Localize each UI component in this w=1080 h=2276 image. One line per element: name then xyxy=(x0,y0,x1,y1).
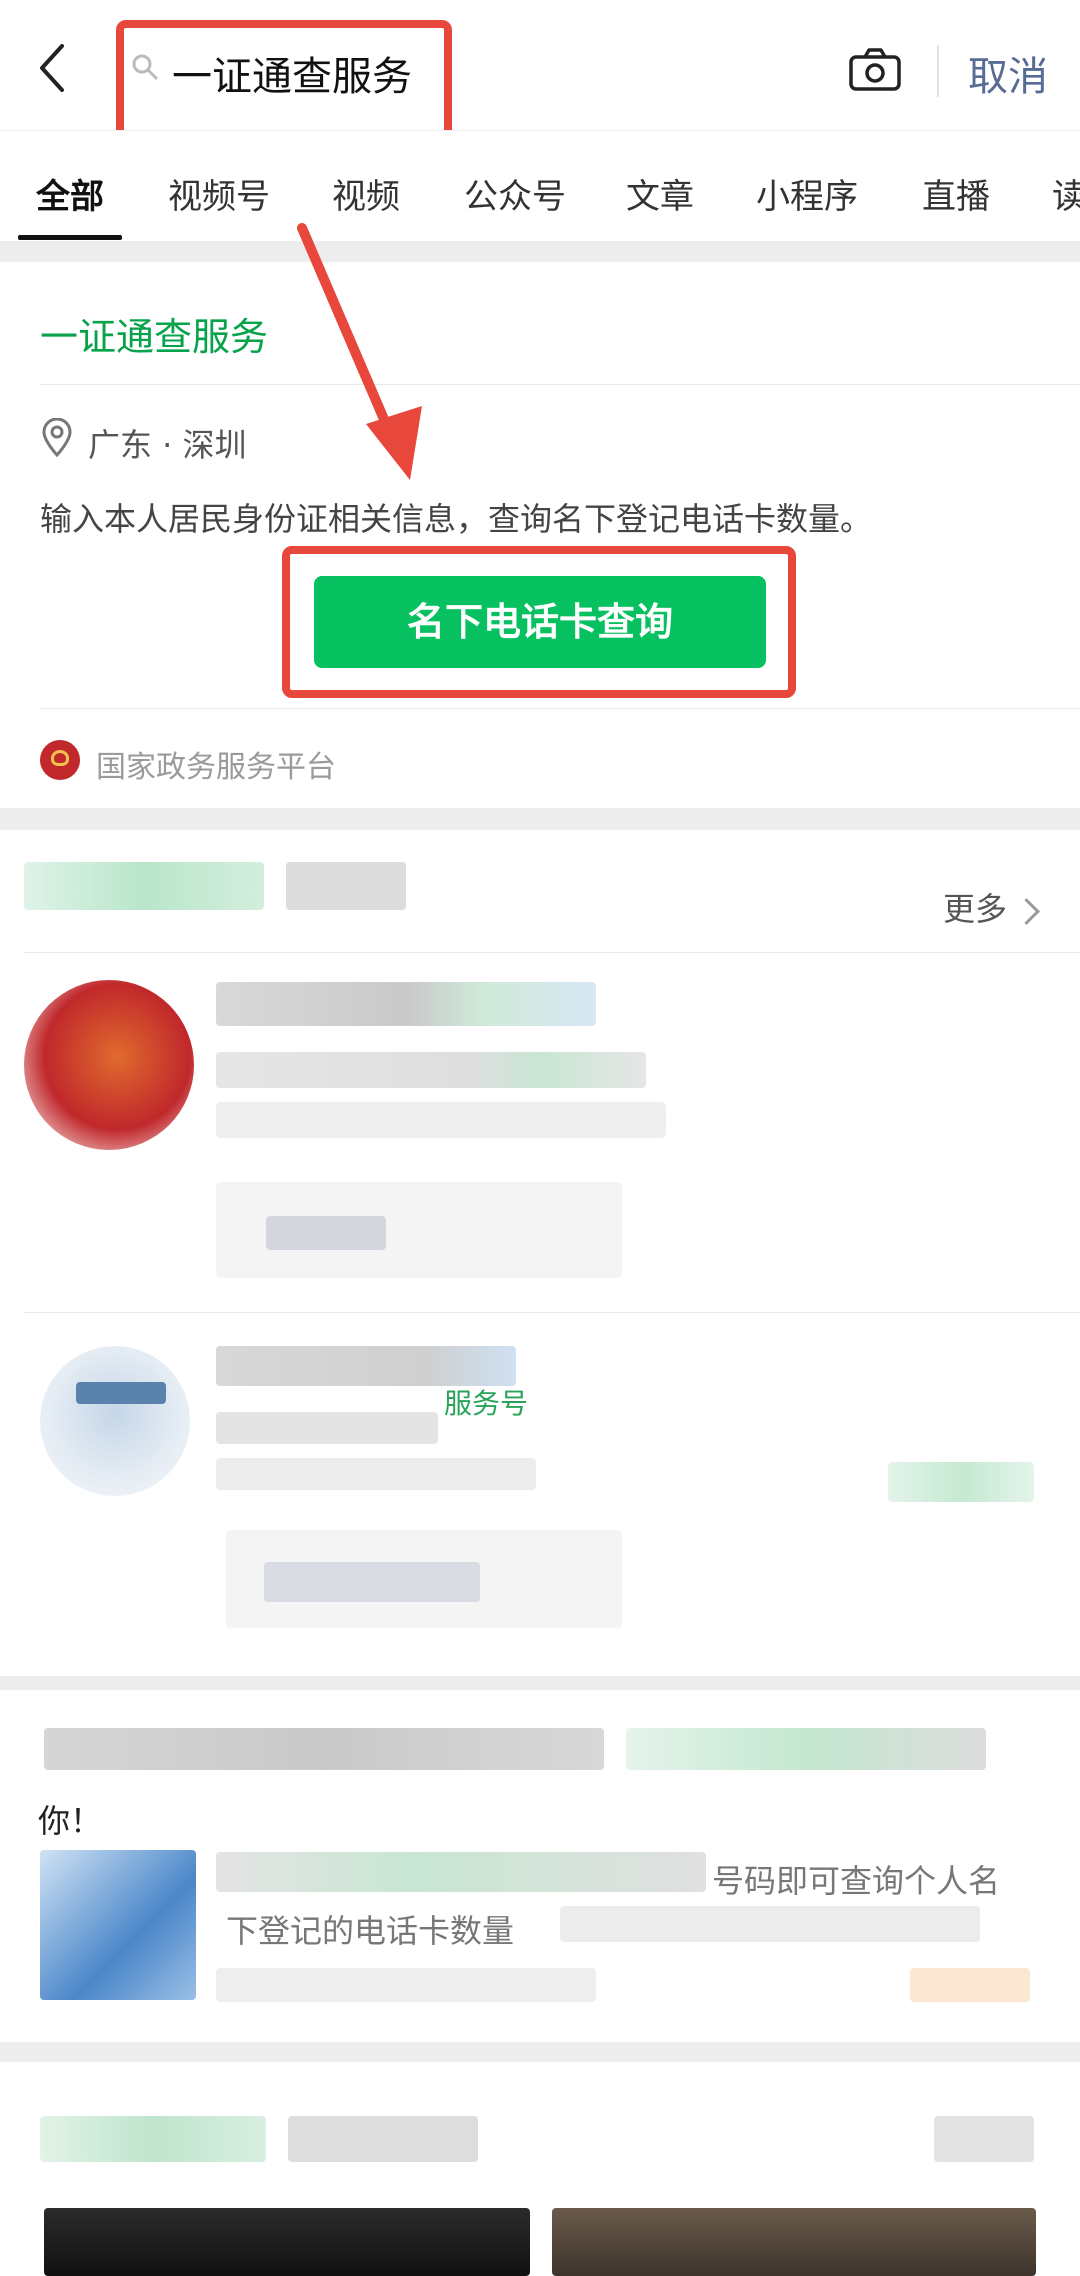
more-link[interactable]: 更多 xyxy=(942,884,1040,930)
phone-card-query-button[interactable]: 名下电话卡查询 xyxy=(314,576,766,668)
article-title-blurred xyxy=(44,1728,604,1770)
article-meta-blurred xyxy=(216,1968,596,2002)
tab-video[interactable]: 视频 xyxy=(332,169,400,218)
account-desc-blurred-2b xyxy=(216,1458,536,1490)
tab-channels[interactable]: 视频号 xyxy=(168,169,270,218)
account-avatar-2-detail xyxy=(76,1382,166,1404)
section-heading-blurred-4 xyxy=(288,2116,478,2162)
tab-official-accounts[interactable]: 公众号 xyxy=(464,169,566,218)
article-thumbnail[interactable] xyxy=(40,1850,196,2000)
account-desc-blurred-1 xyxy=(216,1052,646,1088)
results-section-accounts: 更多 服务号 xyxy=(0,830,1080,1676)
tab-live[interactable]: 直播 xyxy=(922,169,990,218)
article-title-blurred-2 xyxy=(626,1728,986,1770)
section-heading-blurred xyxy=(24,862,264,910)
more-label: 更多 xyxy=(942,890,1007,928)
camera-icon xyxy=(849,48,901,91)
video-thumbnail-1[interactable] xyxy=(44,2208,530,2276)
header-divider xyxy=(937,45,939,97)
article-title-fragment: 你！ xyxy=(38,1802,103,1840)
item-divider xyxy=(24,1312,1080,1313)
account-avatar-1[interactable] xyxy=(24,980,194,1150)
active-tab-indicator xyxy=(18,235,122,240)
source-name: 国家政务服务平台 xyxy=(96,750,336,785)
back-arrow-icon xyxy=(40,44,64,92)
location-text: 广东 · 深圳 xyxy=(88,426,247,464)
category-tabs: 全部 视频号 视频 公众号 文章 小程序 直播 读 xyxy=(0,130,1080,241)
article-summary-fragment-2: 下登记的电话卡数量 xyxy=(226,1912,515,1950)
partial-service-label: 服务号 xyxy=(444,1387,529,1420)
results-section-article: 你！ 号码即可查询个人名 下登记的电话卡数量 xyxy=(0,1690,1080,2042)
tab-read[interactable]: 读 xyxy=(1052,169,1080,218)
top-search-bar: 一证通查服务 取消 xyxy=(0,0,1080,142)
article-tag-blurred xyxy=(910,1968,1030,2002)
tab-mini-programs[interactable]: 小程序 xyxy=(756,169,858,218)
service-title[interactable]: 一证通查服务 xyxy=(40,306,268,361)
article-summary-blurred-2 xyxy=(560,1906,980,1942)
location-pin-icon xyxy=(42,418,72,458)
section-divider xyxy=(24,952,1080,953)
annotation-highlight-search xyxy=(116,20,452,142)
article-summary-fragment-1: 号码即可查询个人名 xyxy=(712,1862,1001,1900)
section-heading-blurred-3 xyxy=(40,2116,266,2162)
card-divider-bottom xyxy=(40,708,1080,709)
tab-articles[interactable]: 文章 xyxy=(626,169,694,218)
article-summary-blurred xyxy=(216,1852,706,1892)
tab-all[interactable]: 全部 xyxy=(36,169,104,218)
section-heading-blurred-2 xyxy=(286,862,406,910)
more-link-blurred[interactable] xyxy=(934,2116,1034,2162)
account-desc-blurred-2 xyxy=(216,1412,438,1444)
card-divider xyxy=(40,384,1080,385)
account-name-blurred-1 xyxy=(216,982,596,1026)
camera-button[interactable] xyxy=(848,45,902,93)
service-card: 一证通查服务 广东 · 深圳 输入本人居民身份证相关信息，查询名下登记电话卡数量… xyxy=(0,262,1080,808)
cancel-button[interactable]: 取消 xyxy=(968,44,1048,102)
account-avatar-2[interactable] xyxy=(40,1346,190,1496)
results-section-videos xyxy=(0,2062,1080,2276)
emblem-icon xyxy=(40,740,80,780)
back-button[interactable] xyxy=(30,40,78,96)
video-thumbnail-2[interactable] xyxy=(552,2208,1036,2276)
account-card-text-blurred-1 xyxy=(266,1216,386,1250)
account-card-text-blurred-2 xyxy=(264,1562,480,1602)
account-name-blurred-2 xyxy=(216,1346,516,1386)
service-description: 输入本人居民身份证相关信息，查询名下登记电话卡数量。 xyxy=(40,500,873,538)
chevron-right-icon xyxy=(1013,897,1040,925)
account-desc-blurred-1b xyxy=(216,1102,666,1138)
follow-button-blurred[interactable] xyxy=(888,1462,1034,1502)
